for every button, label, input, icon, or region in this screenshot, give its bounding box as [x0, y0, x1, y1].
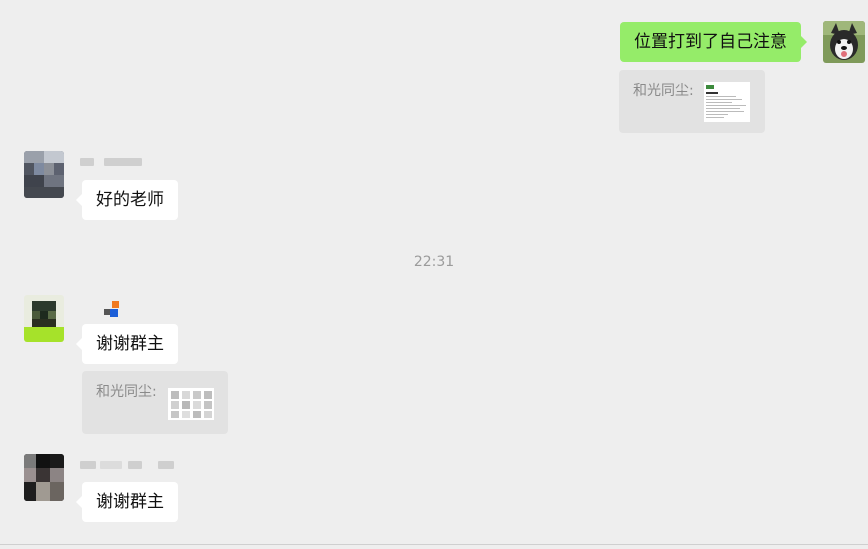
message-text: 好的老师: [96, 190, 164, 210]
sender-avatar[interactable]: [24, 295, 64, 342]
quote-block[interactable]: 和光同尘:: [82, 371, 228, 434]
self-avatar[interactable]: [823, 21, 865, 63]
sender-name-blurred: [80, 158, 94, 166]
quote-thumbnail-image[interactable]: [704, 82, 750, 122]
message-bubble[interactable]: 谢谢群主: [76, 324, 178, 364]
sender-name-blurred: [100, 461, 122, 469]
self-quote-label: 和光同尘:: [633, 83, 694, 99]
timestamp: 22:31: [413, 254, 455, 270]
self-message-text: 位置打到了自己注意: [634, 32, 787, 52]
sender-avatar[interactable]: [24, 151, 64, 198]
sender-name-blurred: [80, 461, 96, 469]
self-quote-block[interactable]: 和光同尘:: [619, 70, 765, 133]
quote-thumbnail-image[interactable]: [168, 388, 214, 420]
sender-name-blurred: [158, 461, 174, 469]
sender-name-icon: [104, 300, 128, 318]
message-text: 谢谢群主: [96, 334, 164, 354]
sender-name-blurred: [104, 158, 142, 166]
quote-label: 和光同尘:: [96, 384, 157, 400]
self-message-bubble[interactable]: 位置打到了自己注意: [620, 22, 807, 62]
message-bubble[interactable]: 好的老师: [76, 180, 178, 220]
sender-avatar[interactable]: [24, 454, 64, 501]
message-bubble[interactable]: 谢谢群主: [76, 482, 178, 522]
input-divider: [0, 544, 868, 545]
message-text: 谢谢群主: [96, 492, 164, 512]
sender-name-blurred: [128, 461, 142, 469]
